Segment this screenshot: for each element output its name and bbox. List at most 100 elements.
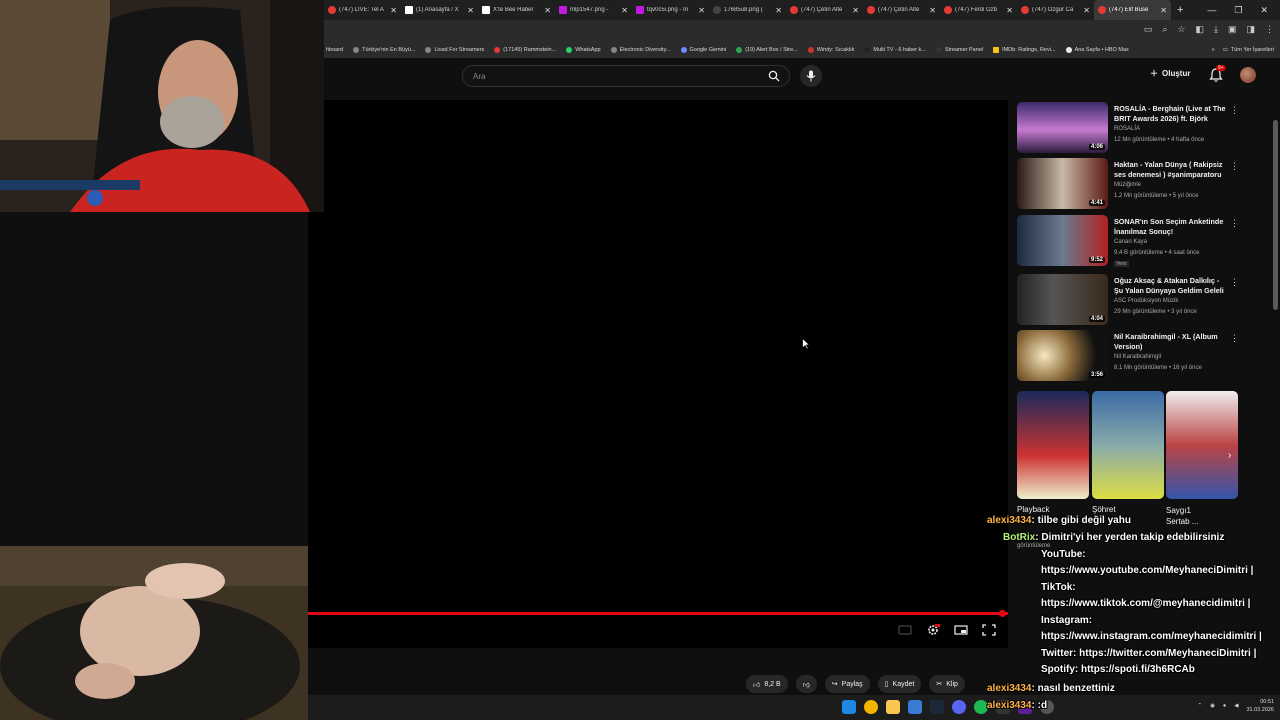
bookmark[interactable]: Windy: Sıcaklık (807, 47, 854, 53)
spotify-icon[interactable] (974, 700, 988, 714)
video-title[interactable]: Haktan - Yalan Dünya ( Rakipsiz ses dene… (1114, 160, 1229, 180)
create-button[interactable]: ＋ Oluştur (1150, 68, 1190, 79)
bookmark[interactable]: Multi TV - 6 haber k... (864, 47, 926, 53)
extensions-icon[interactable]: ◧ (1195, 24, 1204, 35)
clock[interactable]: 00:51 31.03.2026 (1246, 698, 1274, 714)
bookmark[interactable]: WhatsApp (566, 47, 601, 53)
discord-icon[interactable] (952, 700, 966, 714)
browser-tab-active[interactable]: (747) Elif Buse ✕ (1094, 0, 1171, 20)
short-thumbnail[interactable] (1092, 391, 1164, 499)
browser-tab[interactable]: (747) Ferdi Özb ✕ (940, 0, 1017, 20)
settings-icon[interactable] (926, 623, 940, 635)
short-thumbnail[interactable] (1017, 391, 1089, 499)
more-options-icon[interactable]: ⋮ (1230, 161, 1239, 172)
download-icon[interactable]: ⤓ (1214, 24, 1218, 35)
search-button[interactable] (762, 66, 786, 86)
close-icon[interactable]: ✕ (1083, 6, 1090, 15)
more-options-icon[interactable]: ⋮ (1230, 218, 1239, 229)
video-title[interactable]: ROSALÍA - Berghain (Live at The BRIT Awa… (1114, 104, 1229, 124)
bookmark[interactable]: Electronic Diversity... (610, 47, 671, 53)
like-button[interactable]: 👍︎ 8,2 B (746, 675, 788, 693)
video-thumbnail[interactable]: 9:52 (1017, 215, 1108, 266)
edge-icon[interactable] (908, 700, 922, 714)
volume-icon[interactable]: ◀ (1234, 703, 1238, 709)
bookmark[interactable]: IMDb: Ratings, Revi... (993, 47, 1056, 53)
chrome-icon[interactable] (864, 700, 878, 714)
dislike-button[interactable]: 👎︎ (795, 675, 817, 693)
bookmark[interactable]: Livad For Streamers (425, 47, 484, 53)
channel-name[interactable]: Müziğimle (1114, 182, 1141, 188)
search-input[interactable]: Ara (462, 65, 790, 87)
video-thumbnail[interactable]: 4:41 (1017, 158, 1108, 209)
short-title[interactable]: Saygı1 Sertab ... (1166, 505, 1216, 527)
close-icon[interactable]: ✕ (621, 6, 628, 15)
steam-icon[interactable] (930, 700, 944, 714)
bookmark[interactable]: Türkiye'nin En Büyü... (353, 47, 415, 53)
video-title[interactable]: Oğuz Aksaç & Atakan Dalkılıç - Şu Yalan … (1114, 276, 1229, 296)
bookmark[interactable]: hboard (326, 47, 343, 53)
browser-tab[interactable]: (1) Anasayfa / X ✕ (401, 0, 478, 20)
channel-name[interactable]: Canan Kaya (1114, 239, 1147, 245)
close-icon[interactable]: ✕ (1006, 6, 1013, 15)
more-options-icon[interactable]: ⋮ (1230, 333, 1239, 344)
more-options-icon[interactable]: ⋮ (1230, 105, 1239, 116)
chevron-up-icon[interactable]: ⌃ (1197, 703, 1202, 709)
avatar[interactable] (1240, 67, 1256, 83)
share-button[interactable]: ↪ Paylaş (824, 675, 870, 693)
bookmark[interactable]: Google Gemini (680, 47, 726, 53)
progress-bar[interactable] (308, 610, 1008, 617)
recommendation-item[interactable]: 9:52 SONAR'ın Son Seçim Anketinde İnanıl… (1017, 215, 1247, 267)
cast-icon[interactable]: ▭ (1144, 24, 1153, 35)
close-icon[interactable]: ✕ (698, 6, 705, 15)
video-thumbnail[interactable]: 4:06 (1017, 102, 1108, 153)
more-bookmarks-button[interactable]: » (1212, 47, 1215, 53)
progress-scrubber[interactable] (999, 610, 1006, 617)
fullscreen-icon[interactable] (982, 623, 996, 636)
all-bookmarks[interactable]: ▭ Tüm Yer İşaretleri (1223, 47, 1274, 53)
browser-tab[interactable]: mlp1547.png - ✕ (555, 0, 632, 20)
close-icon[interactable]: ✕ (929, 6, 936, 15)
recommendation-item[interactable]: 4:41 Haktan - Yalan Dünya ( Rakipsiz ses… (1017, 158, 1247, 210)
short-thumbnail[interactable] (1166, 391, 1238, 499)
voice-search-button[interactable] (800, 65, 822, 87)
maximize-icon[interactable]: ❐ (1234, 5, 1242, 16)
close-window-icon[interactable]: ✕ (1260, 5, 1268, 16)
video-player[interactable] (308, 100, 1008, 648)
more-options-icon[interactable]: ⋮ (1230, 277, 1239, 288)
browser-tab[interactable]: X'te Bee Haber ✕ (478, 0, 555, 20)
minimize-icon[interactable]: — (1207, 5, 1216, 16)
short-title[interactable]: Playback (1017, 505, 1049, 514)
video-thumbnail[interactable]: 3:56 (1017, 330, 1108, 381)
save-button[interactable]: ▯ Kaydet (877, 675, 922, 693)
short-title[interactable]: Şöhret (1092, 505, 1116, 514)
bookmark[interactable]: (17145) Rammstein... (494, 47, 556, 53)
menu-icon[interactable]: ⋮ (1265, 24, 1274, 35)
new-tab-button[interactable]: + (1171, 4, 1189, 16)
browser-tab[interactable]: 17685u8.png (✕ (709, 0, 786, 20)
browser-tab[interactable]: (747) Özgür Ca ✕ (1017, 0, 1094, 20)
sidebar-icon[interactable]: ◨ (1246, 24, 1255, 35)
network-icon[interactable]: ◉ (1210, 703, 1215, 709)
browser-tab[interactable]: (747) Çetin Alte ✕ (863, 0, 940, 20)
close-icon[interactable]: ✕ (544, 6, 551, 15)
zoom-icon[interactable]: ⌕ (1162, 24, 1167, 35)
channel-name[interactable]: ROSALÍA (1114, 126, 1140, 132)
video-title[interactable]: SONAR'ın Son Seçim Anketinde İnanılmaz S… (1114, 217, 1229, 237)
file-explorer-icon[interactable] (886, 700, 900, 714)
bookmark[interactable]: Ana Sayfa • HBO Max (1065, 47, 1129, 53)
browser-tab[interactable]: (747) Çetin Alte ✕ (786, 0, 863, 20)
close-icon[interactable]: ✕ (852, 6, 859, 15)
close-icon[interactable]: ✕ (775, 6, 782, 15)
bookmark[interactable]: Streamer Panel (935, 47, 983, 53)
close-icon[interactable]: ✕ (467, 6, 474, 15)
close-icon[interactable]: ✕ (1160, 6, 1167, 15)
scrollbar[interactable] (1273, 120, 1278, 310)
video-title[interactable]: Nil Karaibrahimgil - XL (Album Version) (1114, 332, 1229, 352)
tab-search-icon[interactable]: ▣ (1228, 24, 1237, 35)
browser-tab[interactable]: (747) LIVE: Tel A ✕ (324, 0, 401, 20)
windows-start-icon[interactable] (842, 700, 856, 714)
miniplayer-icon[interactable] (954, 623, 968, 635)
close-icon[interactable]: ✕ (390, 6, 397, 15)
channel-name[interactable]: ASC Prodüksiyon Müzik (1114, 298, 1178, 304)
subtitles-icon[interactable] (898, 623, 912, 635)
